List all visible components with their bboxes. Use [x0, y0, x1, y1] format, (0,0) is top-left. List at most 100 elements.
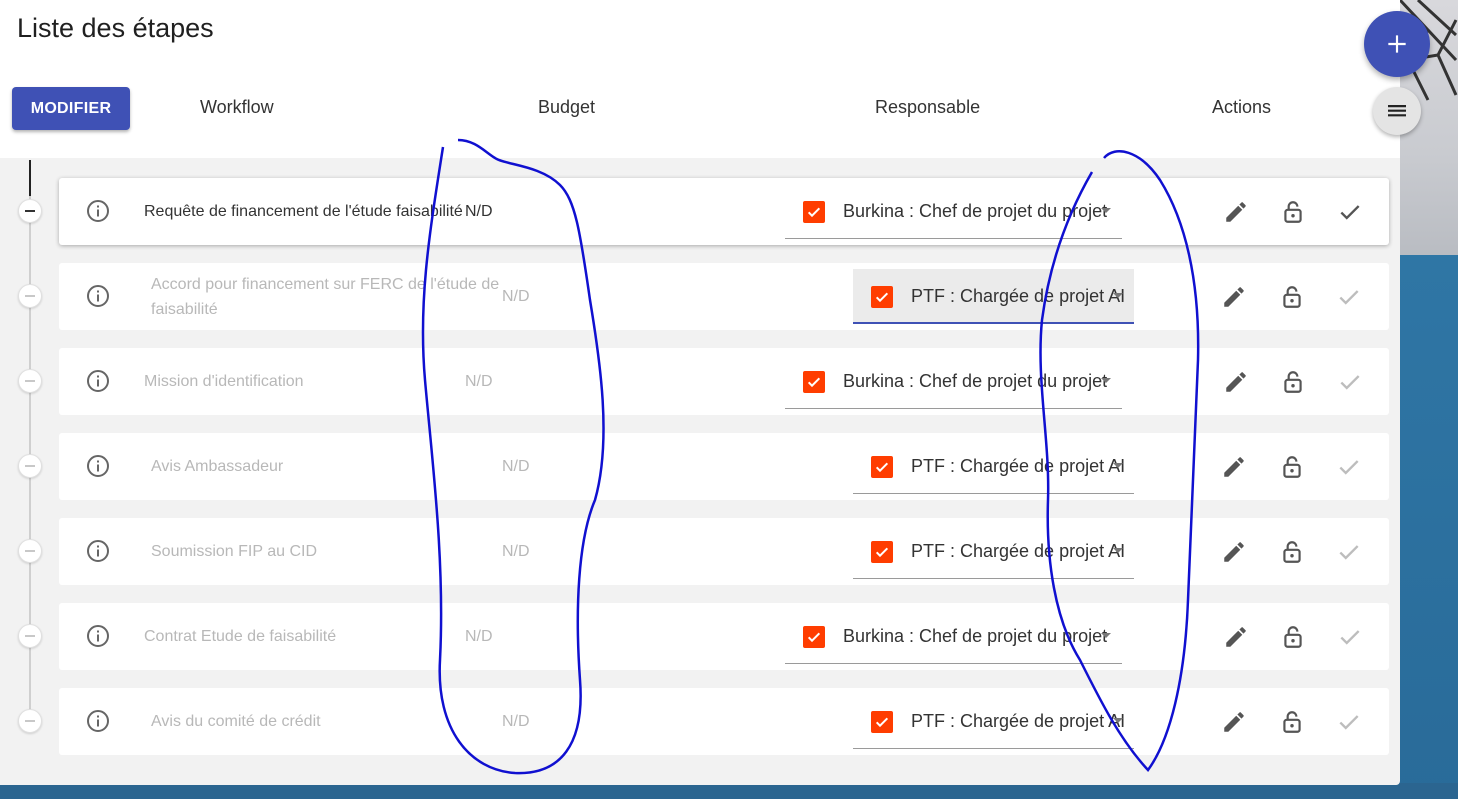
step-budget: N/D — [465, 202, 493, 220]
modify-button[interactable]: MODIFIER — [12, 87, 130, 130]
step-row[interactable]: Avis du comité de crédit N/D PTF : Charg… — [59, 688, 1389, 755]
info-icon[interactable] — [86, 284, 110, 308]
background-bottom — [0, 783, 1458, 799]
edit-button[interactable] — [1221, 454, 1247, 480]
step-name: Requête de financement de l'étude faisab… — [144, 203, 463, 220]
collapse-icon — [25, 380, 35, 382]
info-icon[interactable] — [86, 709, 110, 733]
lock-button[interactable] — [1279, 284, 1305, 310]
responsable-select[interactable]: Burkina : Chef de projet du projet — [785, 609, 1122, 664]
timeline-node[interactable] — [18, 539, 42, 563]
check-icon — [1339, 290, 1359, 305]
step-row[interactable]: Mission d'identification N/D Burkina : C… — [59, 348, 1389, 415]
lock-open-icon — [1283, 711, 1301, 733]
collapse-icon — [25, 210, 35, 212]
step-row[interactable]: Soumission FIP au CID N/D PTF : Chargée … — [59, 518, 1389, 585]
validate-button[interactable] — [1337, 199, 1363, 225]
timeline-node[interactable] — [18, 284, 42, 308]
responsable-select[interactable]: Burkina : Chef de projet du projet — [785, 184, 1122, 239]
responsable-checkbox[interactable] — [871, 711, 893, 733]
validate-button[interactable] — [1336, 454, 1362, 480]
collapse-icon — [25, 635, 35, 637]
validate-button[interactable] — [1336, 539, 1362, 565]
timeline-node[interactable] — [18, 454, 42, 478]
check-icon — [807, 207, 821, 218]
step-row[interactable]: Contrat Etude de faisabilité N/D Burkina… — [59, 603, 1389, 670]
check-icon — [1339, 460, 1359, 475]
responsable-select[interactable]: Burkina : Chef de projet du projet — [785, 354, 1122, 409]
page-title: Liste des étapes — [17, 13, 214, 43]
check-icon — [875, 717, 889, 728]
responsable-select[interactable]: PTF : Chargée de projet AI — [853, 269, 1134, 324]
edit-icon — [1224, 287, 1244, 307]
validate-button[interactable] — [1337, 624, 1363, 650]
column-header-responsable: Responsable — [875, 97, 981, 117]
check-icon — [1340, 205, 1360, 220]
steps-panel: Liste des étapes MODIFIER Workflow Budge… — [0, 0, 1400, 785]
info-icon[interactable] — [86, 199, 110, 223]
responsable-checkbox[interactable] — [871, 456, 893, 478]
responsable-checkbox[interactable] — [871, 541, 893, 563]
step-name: Avis du comité de crédit — [151, 713, 321, 730]
timeline-node[interactable] — [18, 709, 42, 733]
add-step-button[interactable] — [1364, 11, 1430, 77]
edit-icon — [1224, 542, 1244, 562]
edit-button[interactable] — [1223, 624, 1249, 650]
edit-button[interactable] — [1221, 709, 1247, 735]
responsable-value: Burkina : Chef de projet du projet — [843, 626, 1108, 646]
step-budget: N/D — [465, 627, 493, 645]
column-header-actions: Actions — [1212, 97, 1272, 117]
check-icon — [807, 632, 821, 643]
responsable-checkbox[interactable] — [803, 626, 825, 648]
validate-button[interactable] — [1336, 284, 1362, 310]
timeline-node[interactable] — [18, 369, 42, 393]
info-icon[interactable] — [86, 454, 110, 478]
check-icon — [1340, 630, 1360, 645]
responsable-select[interactable]: PTF : Chargée de projet AI — [853, 524, 1134, 579]
edit-icon — [1224, 457, 1244, 477]
lock-open-icon — [1284, 371, 1302, 393]
responsable-select[interactable]: PTF : Chargée de projet AI — [853, 439, 1134, 494]
chevron-down-icon — [1101, 633, 1111, 638]
lock-button[interactable] — [1280, 369, 1306, 395]
step-budget: N/D — [502, 287, 530, 305]
edit-button[interactable] — [1221, 539, 1247, 565]
lock-button[interactable] — [1279, 454, 1305, 480]
timeline-node[interactable] — [18, 199, 42, 223]
info-icon[interactable] — [86, 624, 110, 648]
edit-icon — [1226, 372, 1246, 392]
step-budget: N/D — [465, 372, 493, 390]
responsable-checkbox[interactable] — [803, 371, 825, 393]
step-row[interactable]: Avis Ambassadeur N/D PTF : Chargée de pr… — [59, 433, 1389, 500]
step-name: Contrat Etude de faisabilité — [144, 628, 337, 645]
lock-open-icon — [1284, 201, 1302, 223]
responsable-select[interactable]: PTF : Chargée de projet AI — [853, 694, 1134, 749]
chevron-down-icon — [1101, 378, 1111, 383]
timeline-node[interactable] — [18, 624, 42, 648]
validate-button[interactable] — [1336, 709, 1362, 735]
edit-button[interactable] — [1221, 284, 1247, 310]
edit-button[interactable] — [1223, 369, 1249, 395]
lock-button[interactable] — [1280, 199, 1306, 225]
lock-button[interactable] — [1279, 539, 1305, 565]
responsable-value: PTF : Chargée de projet AI — [911, 456, 1126, 476]
menu-button[interactable] — [1373, 87, 1421, 135]
responsable-checkbox[interactable] — [803, 201, 825, 223]
edit-icon — [1226, 627, 1246, 647]
lock-button[interactable] — [1279, 709, 1305, 735]
responsable-checkbox[interactable] — [871, 286, 893, 308]
responsable-value: Burkina : Chef de projet du projet — [843, 201, 1108, 221]
step-row[interactable]: Accord pour financement sur FERC de l'ét… — [59, 263, 1389, 330]
lock-open-icon — [1283, 541, 1301, 563]
step-budget: N/D — [502, 542, 530, 560]
edit-button[interactable] — [1223, 199, 1249, 225]
step-row[interactable]: Requête de financement de l'étude faisab… — [59, 178, 1389, 245]
validate-button[interactable] — [1337, 369, 1363, 395]
info-icon[interactable] — [86, 539, 110, 563]
panel-header: Liste des étapes MODIFIER Workflow Budge… — [0, 0, 1400, 158]
check-icon — [807, 377, 821, 388]
info-icon[interactable] — [86, 369, 110, 393]
lock-button[interactable] — [1280, 624, 1306, 650]
check-icon — [875, 462, 889, 473]
check-icon — [1339, 545, 1359, 560]
